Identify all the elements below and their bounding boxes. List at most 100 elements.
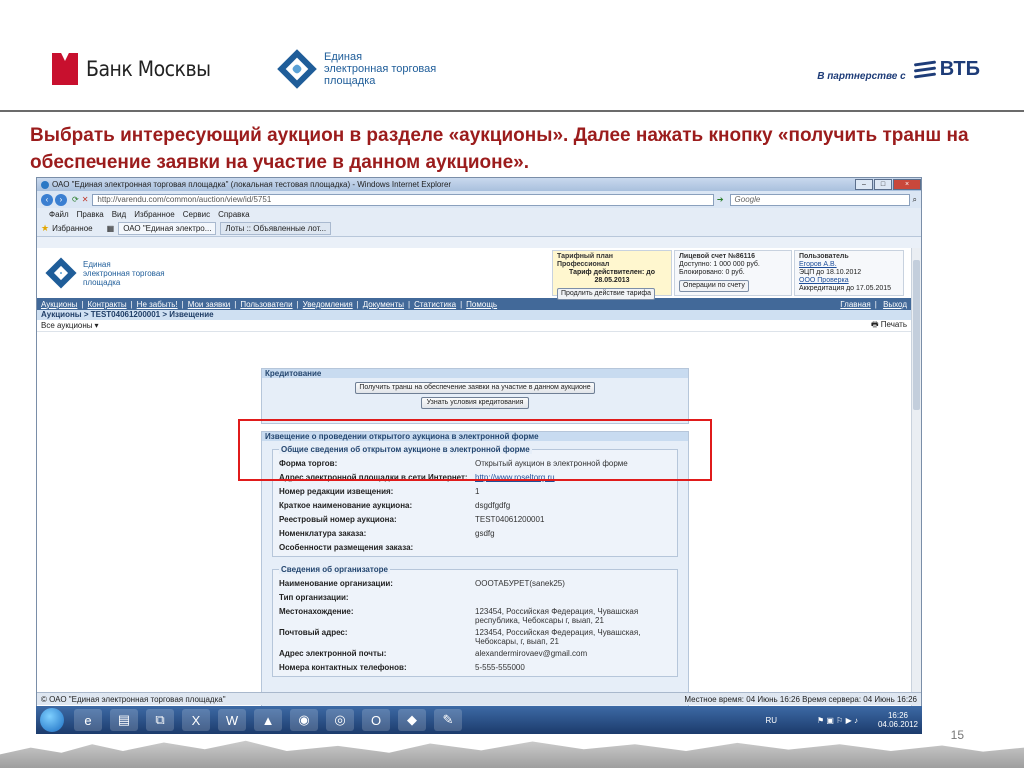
language-indicator[interactable]: RU [765, 716, 777, 725]
get-tranche-button[interactable]: Получить транш на обеспечение заявки на … [355, 382, 595, 394]
row-key: Номера контактных телефонов: [279, 663, 407, 672]
favorites-button[interactable]: Избранное [52, 224, 93, 233]
word-taskbar-icon[interactable]: W [218, 709, 246, 731]
account-operations-button[interactable]: Операции по счету [679, 280, 749, 292]
search-icon[interactable]: ⌕ [913, 195, 917, 205]
close-button[interactable]: × [893, 179, 921, 190]
clock-time: 16:26 [887, 711, 908, 720]
url-input[interactable]: http://varendu.com/common/auction/view/i… [92, 193, 714, 206]
all-auctions-dropdown[interactable]: Все аукционы [41, 321, 93, 330]
etp-logo: Единая электронная торговая площадка [277, 44, 436, 94]
back-icon[interactable]: ‹ [41, 193, 53, 206]
nav-home[interactable]: Главная [840, 300, 870, 309]
explorer-taskbar-icon[interactable]: ▤ [110, 709, 138, 731]
app-taskbar-icon[interactable]: ◉ [290, 709, 318, 731]
info-row: Особенности размещения заказа: [279, 540, 671, 554]
windows-taskbar: e ▤ ⧉ X W ▲ ◉ ◎ O ◆ ✎ RU ⚑ ▣ ⚐ ▶ ♪ 16:26… [36, 706, 922, 734]
credit-heading: Кредитование [262, 369, 688, 378]
info-row: Номер редакции извещения: 1 [279, 484, 671, 498]
status-time: Местное время: 04 Июнь 16:26 Время серве… [684, 694, 917, 704]
row-key: Краткое наименование аукциона: [279, 501, 413, 510]
row-key: Наименование организации: [279, 579, 393, 588]
excel-taskbar-icon[interactable]: X [182, 709, 210, 731]
row-value: gsdfg [475, 529, 495, 538]
highlight-box [238, 419, 712, 481]
info-row: Тип организации: [279, 590, 671, 604]
vtb-partner: В партнерстве с ВТБ [817, 44, 980, 94]
scrollbar-thumb[interactable] [913, 260, 920, 410]
row-value [475, 593, 671, 604]
tab-etp[interactable]: ОАО "Единая электро... [118, 221, 217, 235]
stop-icon[interactable]: ✕ [82, 195, 89, 204]
nav-help[interactable]: Помощь [466, 300, 497, 309]
print-button[interactable]: 🖶 Печать [871, 319, 907, 333]
ie-taskbar-icon[interactable]: e [74, 709, 102, 731]
notes-taskbar-icon[interactable]: ◆ [398, 709, 426, 731]
info-row: Наименование организации: ОООТАБУРЕТ(sane… [279, 576, 671, 590]
info-row: Реестровый номер аукциона: TEST0406120000… [279, 512, 671, 526]
nav-auctions[interactable]: Аукционы [41, 300, 77, 309]
page-scrollbar[interactable] [911, 248, 921, 707]
nav-notifications[interactable]: Уведомления [303, 300, 353, 309]
user-heading: Пользователь [799, 253, 849, 260]
menu-file[interactable]: Файл [49, 210, 69, 219]
menu-tools[interactable]: Сервис [183, 210, 210, 219]
header-rule [0, 110, 1024, 112]
user-name-link[interactable]: Егоров А.В. [799, 261, 837, 268]
start-button[interactable] [40, 708, 64, 732]
row-value: alexandermirovaev@gmail.com [475, 649, 588, 658]
nav-users[interactable]: Пользователи [240, 300, 292, 309]
nav-logout[interactable]: Выход [883, 300, 907, 309]
nav-my-bids[interactable]: Мои заявки [188, 300, 231, 309]
search-input[interactable]: Google [729, 193, 910, 206]
paint-taskbar-icon[interactable]: ✎ [434, 709, 462, 731]
user-org-link[interactable]: ООО Проверка [799, 277, 849, 284]
row-key: Номер редакции извещения: [279, 487, 394, 496]
ie-browser-window: ОАО "Единая электронная торговая площадк… [36, 177, 922, 734]
organizer-fieldset: Сведения об организаторе Наименование ор… [272, 565, 678, 677]
site-logo[interactable]: Единая электронная торговая площадка [45, 257, 165, 289]
account-heading: Лицевой счет №86116 [679, 253, 755, 260]
extend-tariff-button[interactable]: Продлить действие тарифа [557, 288, 656, 300]
nav-documents[interactable]: Документы [363, 300, 404, 309]
chevron-down-icon[interactable]: ▾ [95, 321, 99, 330]
browser-titlebar: ОАО "Единая электронная торговая площадк… [37, 178, 921, 191]
minimize-button[interactable]: – [855, 179, 873, 190]
bank-moscow-name: Банк Москвы [86, 57, 211, 81]
tariff-box: Тарифный план Профессионал Тариф действи… [552, 250, 672, 300]
partner-text: В партнерстве с [817, 70, 906, 82]
menu-edit[interactable]: Правка [77, 210, 104, 219]
clock-date: 04.06.2012 [877, 720, 918, 729]
menu-favorites[interactable]: Избранное [134, 210, 175, 219]
opera-taskbar-icon[interactable]: O [362, 709, 390, 731]
site-logo-text: Единая электронная торговая площадка [83, 259, 165, 287]
organizer-legend: Сведения об организаторе [279, 565, 390, 574]
network-taskbar-icon[interactable]: ⧉ [146, 709, 174, 731]
menu-view[interactable]: Вид [112, 210, 126, 219]
forward-icon[interactable]: › [55, 193, 67, 206]
maximize-button[interactable]: □ [874, 179, 892, 190]
row-value: TEST04061200001 [475, 515, 545, 524]
credit-terms-button[interactable]: Узнать условия кредитования [421, 397, 529, 409]
go-icon[interactable]: ➔ [717, 195, 724, 204]
info-row: Номенклатура заказа: gsdfg [279, 526, 671, 540]
account-blocked: Блокировано: 0 руб. [679, 269, 745, 276]
tab-grid-icon[interactable]: ▦ [107, 224, 115, 233]
row-value: 5-555-555000 [475, 663, 525, 672]
nav-statistics[interactable]: Статистика [414, 300, 456, 309]
nav-contracts[interactable]: Контракты [88, 300, 127, 309]
vlc-taskbar-icon[interactable]: ▲ [254, 709, 282, 731]
breadcrumb[interactable]: Аукционы > TEST04061200001 > Извещение [37, 310, 911, 320]
row-value: 123454, Российская Федерация, Чувашская … [475, 607, 639, 625]
page-content: Единая электронная торговая площадка Тар… [37, 248, 911, 707]
menu-help[interactable]: Справка [218, 210, 249, 219]
nav-reminders[interactable]: Не забыть! [137, 300, 178, 309]
tray-icons[interactable]: ⚑ ▣ ⚐ ▶ ♪ [817, 716, 858, 725]
ie-icon [41, 180, 49, 189]
tab-lots[interactable]: Лоты :: Объявленные лот... [220, 221, 332, 235]
chrome-taskbar-icon[interactable]: ◎ [326, 709, 354, 731]
refresh-icon[interactable]: ⟳ [72, 195, 79, 204]
site-header: Единая электронная торговая площадка Тар… [37, 248, 911, 300]
clock[interactable]: 16:26 04.06.2012 [878, 711, 918, 729]
vtb-logo: ВТБ [913, 58, 980, 81]
